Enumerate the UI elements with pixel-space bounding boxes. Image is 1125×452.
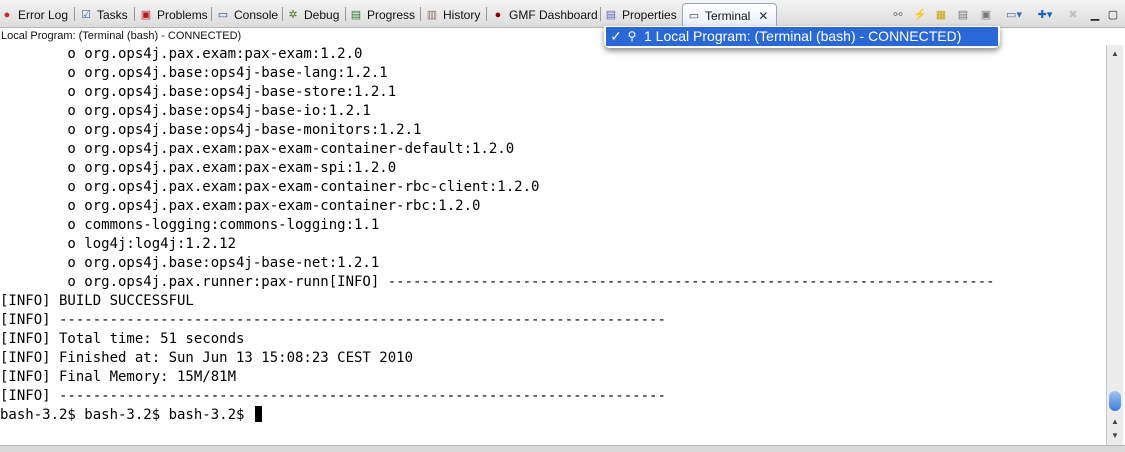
properties-icon: ▤: [605, 8, 617, 21]
settings-icon[interactable]: ▦: [934, 7, 948, 21]
terminal-prompt: bash-3.2$ bash-3.2$ bash-3.2$: [0, 407, 253, 423]
tab-label: Debug: [304, 8, 340, 22]
tab-terminal[interactable]: ▭ Terminal ✕: [682, 3, 778, 28]
terminal-line: [INFO] Total time: 51 seconds: [0, 331, 245, 347]
terminal-line: o org.ops4j.pax.exam:pax-exam:1.2.0: [0, 46, 363, 62]
terminal-line: [INFO] ---------------------------------…: [0, 312, 666, 328]
open-terminal-icon[interactable]: ✚▾: [1038, 7, 1053, 21]
tab-separator: [282, 7, 283, 21]
popup-item-local-program[interactable]: ✓ ⚲ 1 Local Program: (Terminal (bash) - …: [606, 27, 998, 46]
disconnect-icon[interactable]: ⚯: [891, 7, 905, 21]
checkmark-icon: ✓: [610, 28, 622, 44]
tab-debug[interactable]: ✲ Debug: [286, 3, 339, 27]
problems-icon: ▣: [140, 8, 152, 21]
minimize-icon[interactable]: ▁: [1088, 7, 1102, 21]
terminal-line: o org.ops4j.pax.runner:pax-runn[INFO] --…: [0, 274, 995, 290]
terminal-icon: ▭: [688, 9, 700, 22]
scroll-thumb[interactable]: [1109, 391, 1121, 411]
terminal-line: o org.ops4j.base:ops4j-base-store:1.2.1: [0, 84, 397, 100]
tab-gmf-dashboard[interactable]: ● GMF Dashboard: [491, 3, 598, 27]
pin-icon[interactable]: ▣: [979, 7, 993, 21]
tab-label: History: [443, 8, 481, 22]
tab-label: Tasks: [97, 8, 128, 22]
terminal-line: o org.ops4j.pax.exam:pax-exam-container-…: [0, 179, 540, 195]
terminal-line: o org.ops4j.pax.exam:pax-exam-spi:1.2.0: [0, 160, 397, 176]
terminal-line: o org.ops4j.pax.exam:pax-exam-container-…: [0, 198, 481, 214]
terminal-line: o org.ops4j.base:ops4j-base-io:1.2.1: [0, 103, 371, 119]
tab-separator: [345, 7, 346, 21]
terminal-line: o org.ops4j.pax.exam:pax-exam-container-…: [0, 141, 515, 157]
tab-separator: [134, 7, 135, 21]
tab-label: Problems: [157, 8, 208, 22]
tab-separator: [600, 7, 601, 21]
tab-label: GMF Dashboard: [509, 8, 598, 22]
terminal-output[interactable]: o org.ops4j.pax.exam:pax-exam:1.2.0 o or…: [0, 45, 1106, 445]
terminal-line: o org.ops4j.base:ops4j-base-net:1.2.1: [0, 255, 380, 271]
tab-label: Console: [234, 8, 279, 22]
terminal-line: [INFO] Finished at: Sun Jun 13 15:08:23 …: [0, 350, 414, 366]
tab-console[interactable]: ▭ Console: [216, 3, 278, 27]
scroll-up-icon[interactable]: ▲: [1107, 47, 1123, 60]
tab-progress[interactable]: ▤ Progress: [349, 3, 415, 27]
vertical-scrollbar[interactable]: ▲ ▲ ▼: [1106, 45, 1123, 445]
terminal-line: o org.ops4j.base:ops4j-base-monitors:1.2…: [0, 122, 422, 138]
scroll-up-icon[interactable]: ▲: [1107, 415, 1123, 428]
view-tab-bar: ● Error Log ☑ Tasks ▣ Problems ▭ Console…: [0, 0, 1125, 28]
maximize-icon[interactable]: ▢: [1106, 7, 1120, 21]
progress-icon: ▤: [350, 8, 362, 21]
remove-terminal-icon[interactable]: ✖: [1066, 7, 1080, 21]
popup-item-label: 1 Local Program: (Terminal (bash) - CONN…: [644, 28, 962, 44]
terminal-prompt-line[interactable]: bash-3.2$ bash-3.2$ bash-3.2$: [0, 406, 262, 425]
connect-icon[interactable]: ⚡: [913, 7, 927, 21]
terminal-line: [INFO] ---------------------------------…: [0, 388, 666, 404]
tab-history[interactable]: ▥ History: [425, 3, 481, 27]
scroll-down-icon[interactable]: ▼: [1107, 429, 1123, 442]
terminal-line: o commons-logging:commons-logging:1.1: [0, 217, 380, 233]
tab-label: Progress: [367, 8, 416, 22]
display-selected-terminal-icon[interactable]: ▭▾: [1006, 7, 1022, 21]
tab-properties[interactable]: ▤ Properties: [604, 3, 677, 27]
tab-label: Properties: [622, 8, 677, 22]
tab-separator: [74, 7, 75, 21]
error-log-icon: ●: [3, 8, 11, 21]
history-icon: ▥: [426, 8, 438, 21]
gmf-dashboard-icon: ●: [494, 8, 502, 21]
tab-error-log[interactable]: ● Error Log: [0, 3, 68, 27]
scroll-lock-icon[interactable]: ▤: [956, 7, 970, 21]
tab-separator: [211, 7, 212, 21]
tab-label: Terminal: [705, 9, 751, 23]
terminal-line: o log4j:log4j:1.2.12: [0, 236, 237, 252]
close-tab-icon[interactable]: ✕: [758, 9, 768, 23]
terminal-line: o org.ops4j.base:ops4j-base-lang:1.2.1: [0, 65, 388, 81]
tab-separator: [486, 7, 487, 21]
tab-tasks[interactable]: ☑ Tasks: [79, 3, 128, 27]
tab-separator: [420, 7, 421, 21]
tasks-icon: ☑: [81, 8, 91, 21]
terminal-line: [INFO] BUILD SUCCESSFUL: [0, 293, 194, 309]
terminal-line: [INFO] Final Memory: 15M/81M: [0, 369, 237, 385]
tab-problems[interactable]: ▣ Problems: [139, 3, 208, 27]
terminal-connection-icon: ⚲: [627, 29, 637, 43]
tab-label: Error Log: [18, 8, 69, 22]
terminal-selector-popup: ✓ ⚲ 1 Local Program: (Terminal (bash) - …: [604, 26, 1000, 48]
debug-icon: ✲: [288, 8, 298, 21]
text-cursor: [254, 406, 262, 422]
console-icon: ▭: [217, 8, 229, 21]
